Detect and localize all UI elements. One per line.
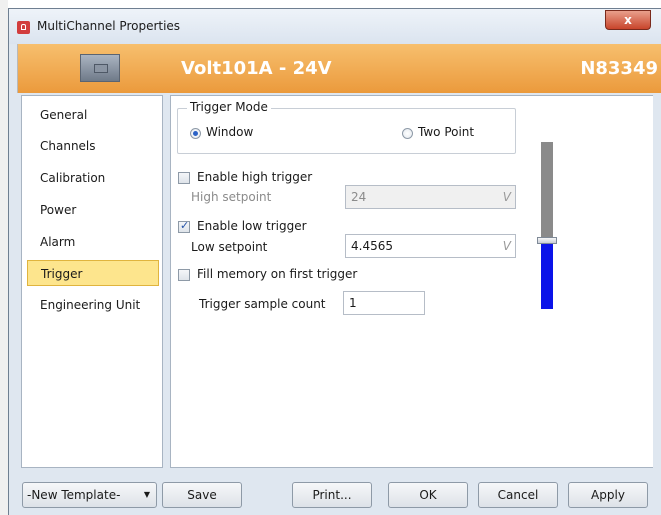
trigger-mode-title: Trigger Mode [187, 100, 271, 114]
dialog-button-bar: -New Template- ▼ Save Print... OK Cancel… [8, 470, 653, 508]
low-setpoint-unit: V [502, 239, 511, 253]
trigger-panel: Trigger Mode Window Two Point Enable hig… [170, 95, 653, 468]
high-setpoint-unit: V [502, 190, 511, 204]
high-setpoint-input[interactable]: 24 V [345, 185, 516, 209]
app-icon [17, 21, 30, 34]
nav-panel: General Channels Calibration Power Alarm… [21, 95, 163, 468]
enable-high-trigger-label[interactable]: Enable high trigger [197, 170, 312, 184]
low-setpoint-value: 4.4565 [351, 239, 393, 253]
cancel-button[interactable]: Cancel [478, 482, 558, 508]
close-button[interactable]: x [605, 10, 651, 30]
device-serial: N83349 [580, 58, 658, 79]
window-left-edge [0, 0, 8, 515]
chevron-down-icon: ▼ [143, 490, 150, 499]
enable-high-trigger-checkbox[interactable] [178, 172, 190, 184]
ok-button[interactable]: OK [388, 482, 468, 508]
nav-item-general[interactable]: General [27, 102, 159, 128]
device-icon [80, 54, 120, 82]
low-setpoint-input[interactable]: 4.4565 V [345, 234, 516, 258]
enable-low-trigger-checkbox[interactable] [178, 219, 190, 233]
nav-item-alarm[interactable]: Alarm [27, 229, 159, 255]
window-mode-label[interactable]: Window [206, 125, 253, 139]
nav-item-power[interactable]: Power [27, 197, 159, 223]
sample-count-value: 1 [349, 296, 357, 310]
nav-item-calibration[interactable]: Calibration [27, 165, 159, 191]
trigger-level-slider[interactable] [541, 142, 553, 309]
two-point-mode-radio[interactable] [402, 128, 413, 139]
nav-item-channels[interactable]: Channels [27, 133, 159, 159]
apply-button[interactable]: Apply [568, 482, 648, 508]
template-dropdown-label: -New Template- [27, 488, 121, 502]
trigger-level-fill [541, 244, 553, 309]
device-name: Volt101A - 24V [181, 58, 332, 79]
save-button[interactable]: Save [162, 482, 242, 508]
enable-low-trigger-label[interactable]: Enable low trigger [197, 219, 307, 233]
nav-item-engineering-unit[interactable]: Engineering Unit [27, 292, 159, 318]
window-mode-radio[interactable] [190, 128, 201, 139]
fill-memory-label[interactable]: Fill memory on first trigger [197, 267, 357, 281]
trigger-level-thumb[interactable] [537, 237, 557, 244]
print-button[interactable]: Print... [292, 482, 372, 508]
window-title: MultiChannel Properties [37, 19, 181, 33]
template-dropdown[interactable]: -New Template- ▼ [22, 482, 157, 508]
high-setpoint-value: 24 [351, 190, 367, 204]
title-bar: MultiChannel Properties x [9, 9, 661, 44]
trigger-mode-group: Trigger Mode Window Two Point [177, 100, 516, 154]
high-setpoint-label: High setpoint [191, 190, 272, 204]
two-point-mode-label[interactable]: Two Point [418, 125, 474, 139]
low-setpoint-label: Low setpoint [191, 240, 268, 254]
sample-count-input[interactable]: 1 [343, 291, 425, 315]
sample-count-label: Trigger sample count [199, 297, 326, 311]
fill-memory-checkbox[interactable] [178, 269, 190, 281]
device-header: Volt101A - 24V N83349 [17, 44, 661, 93]
nav-item-trigger[interactable]: Trigger [27, 260, 159, 286]
